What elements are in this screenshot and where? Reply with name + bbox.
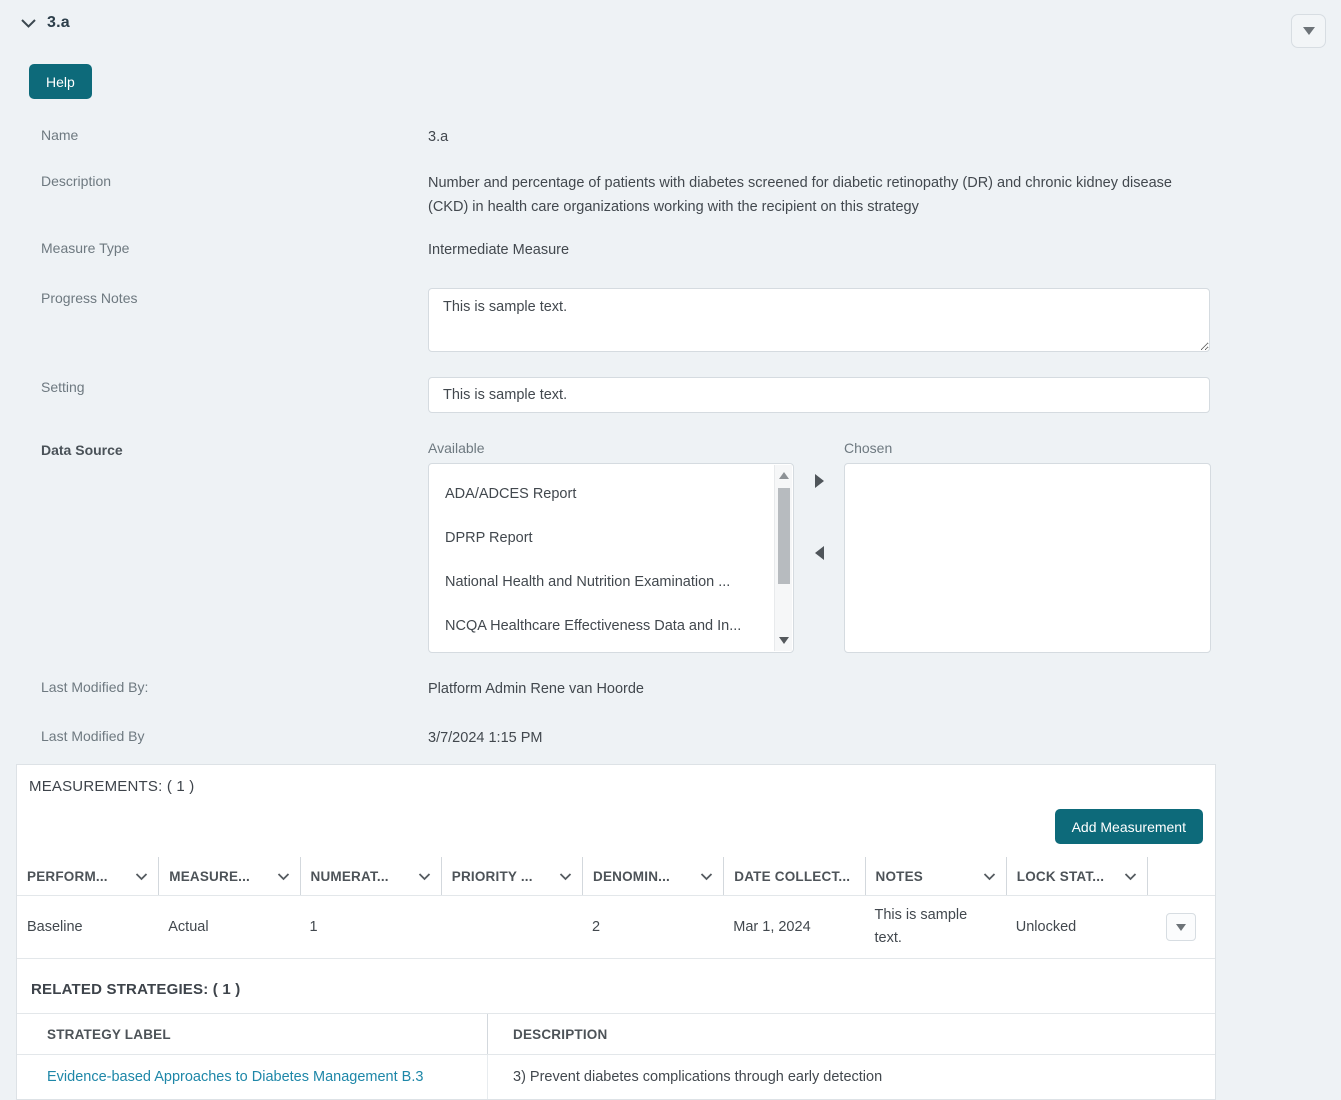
section-header: 3.a	[0, 0, 1341, 48]
column-header-lock-status[interactable]: LOCK STAT...	[1005, 857, 1147, 895]
data-source-dual-listbox: Available ADA/ADCES Report DPRP Report N…	[428, 440, 1211, 653]
progress-notes-textarea[interactable]: This is sample text.	[428, 288, 1210, 352]
related-strategies-table: STRATEGY LABEL DESCRIPTION Evidence-base…	[17, 1013, 1215, 1099]
add-measurement-button[interactable]: Add Measurement	[1054, 809, 1203, 844]
header-dropdown-button[interactable]	[1291, 14, 1326, 48]
chevron-down-icon	[277, 872, 289, 880]
measurements-title: MEASUREMENTS: ( 1 )	[29, 778, 195, 795]
chevron-down-icon	[136, 872, 148, 880]
name-label: Name	[41, 127, 79, 143]
list-item[interactable]: NCQA Healthcare Effectiveness Data and I…	[429, 609, 793, 652]
available-listbox[interactable]: ADA/ADCES Report DPRP Report National He…	[428, 463, 794, 653]
cell-priority	[441, 919, 582, 935]
description-label: Description	[41, 173, 112, 189]
move-to-chosen-icon[interactable]	[814, 474, 824, 488]
chevron-down-icon	[418, 872, 430, 880]
strategy-link[interactable]: Evidence-based Approaches to Diabetes Ma…	[47, 1069, 423, 1085]
setting-input[interactable]	[428, 377, 1210, 413]
column-header-date-collected[interactable]: DATE COLLECT...	[723, 857, 864, 895]
column-header-denominator[interactable]: DENOMIN...	[582, 857, 723, 895]
cell-performance: Baseline	[27, 918, 83, 935]
related-strategies-title: RELATED STRATEGIES: ( 1 )	[31, 981, 241, 998]
listbox-scrollbar[interactable]	[774, 465, 792, 651]
measure-type-value: Intermediate Measure	[428, 242, 570, 258]
measure-type-label: Measure Type	[41, 240, 130, 256]
column-header-description: DESCRIPTION	[487, 1014, 1215, 1054]
last-modified-by-label: Last Modified By:	[41, 679, 149, 695]
last-modified-by-value: Platform Admin Rene van Hoorde	[428, 681, 644, 697]
related-strategies-header: STRATEGY LABEL DESCRIPTION	[17, 1013, 1215, 1055]
scroll-up-icon[interactable]	[778, 472, 789, 479]
cell-notes: This is sample text.	[874, 907, 968, 946]
column-header-actions	[1147, 857, 1215, 895]
cell-numerator: 1	[309, 918, 318, 935]
chevron-down-icon	[1176, 923, 1186, 931]
available-label: Available	[428, 440, 485, 456]
column-header-performance[interactable]: PERFORM...	[17, 857, 158, 895]
scrollbar-thumb[interactable]	[777, 488, 790, 584]
column-header-numerator[interactable]: NUMERAT...	[299, 857, 441, 895]
progress-notes-label: Progress Notes	[41, 290, 138, 306]
column-header-notes[interactable]: NOTES	[864, 857, 1006, 895]
move-to-available-icon[interactable]	[814, 546, 824, 560]
cell-date-collected: Mar 1, 2024	[733, 918, 811, 935]
name-value: 3.a	[428, 129, 449, 145]
list-item[interactable]: DPRP Report	[429, 521, 793, 565]
measure-detail-form: Name 3.a Description Number and percenta…	[41, 125, 1211, 750]
chevron-down-icon	[559, 872, 572, 880]
column-header-measure[interactable]: MEASURE...	[158, 857, 299, 895]
column-header-priority[interactable]: PRIORITY ...	[440, 857, 582, 895]
chosen-label: Chosen	[844, 440, 893, 456]
cell-lock-status: Unlocked	[1015, 918, 1077, 935]
chevron-down-icon	[1302, 27, 1315, 35]
chevron-down-icon	[701, 872, 713, 880]
list-item[interactable]: National Health and Nutrition Examinatio…	[429, 565, 793, 609]
help-button[interactable]: Help	[29, 64, 92, 99]
measurements-table: PERFORM... MEASURE... NUMERAT... PRIORIT…	[17, 857, 1215, 959]
chosen-listbox[interactable]	[844, 463, 1211, 653]
chevron-down-icon	[1124, 872, 1137, 880]
column-header-strategy-label: STRATEGY LABEL	[47, 1026, 171, 1042]
last-modified-date-value: 3/7/2024 1:15 PM	[428, 730, 543, 746]
last-modified-date-label: Last Modified By	[41, 728, 145, 744]
collapse-chevron-icon[interactable]	[20, 17, 37, 29]
page-title: 3.a	[47, 14, 70, 31]
measurements-table-header: PERFORM... MEASURE... NUMERAT... PRIORIT…	[17, 857, 1215, 896]
data-source-label: Data Source	[41, 442, 123, 458]
measurements-card: MEASUREMENTS: ( 1 ) Add Measurement PERF…	[16, 764, 1216, 1100]
table-row: Baseline Actual 1 2 Mar 1, 2024 This is …	[17, 896, 1215, 959]
description-value: Number and percentage of patients with d…	[428, 175, 1172, 215]
list-item[interactable]: ADA/ADCES Report	[429, 477, 793, 521]
scroll-down-icon[interactable]	[778, 637, 789, 644]
row-actions-button[interactable]	[1166, 913, 1196, 941]
cell-measure: Actual	[168, 918, 209, 935]
chevron-down-icon	[983, 872, 995, 880]
cell-denominator: 2	[592, 918, 601, 935]
setting-label: Setting	[41, 379, 85, 395]
